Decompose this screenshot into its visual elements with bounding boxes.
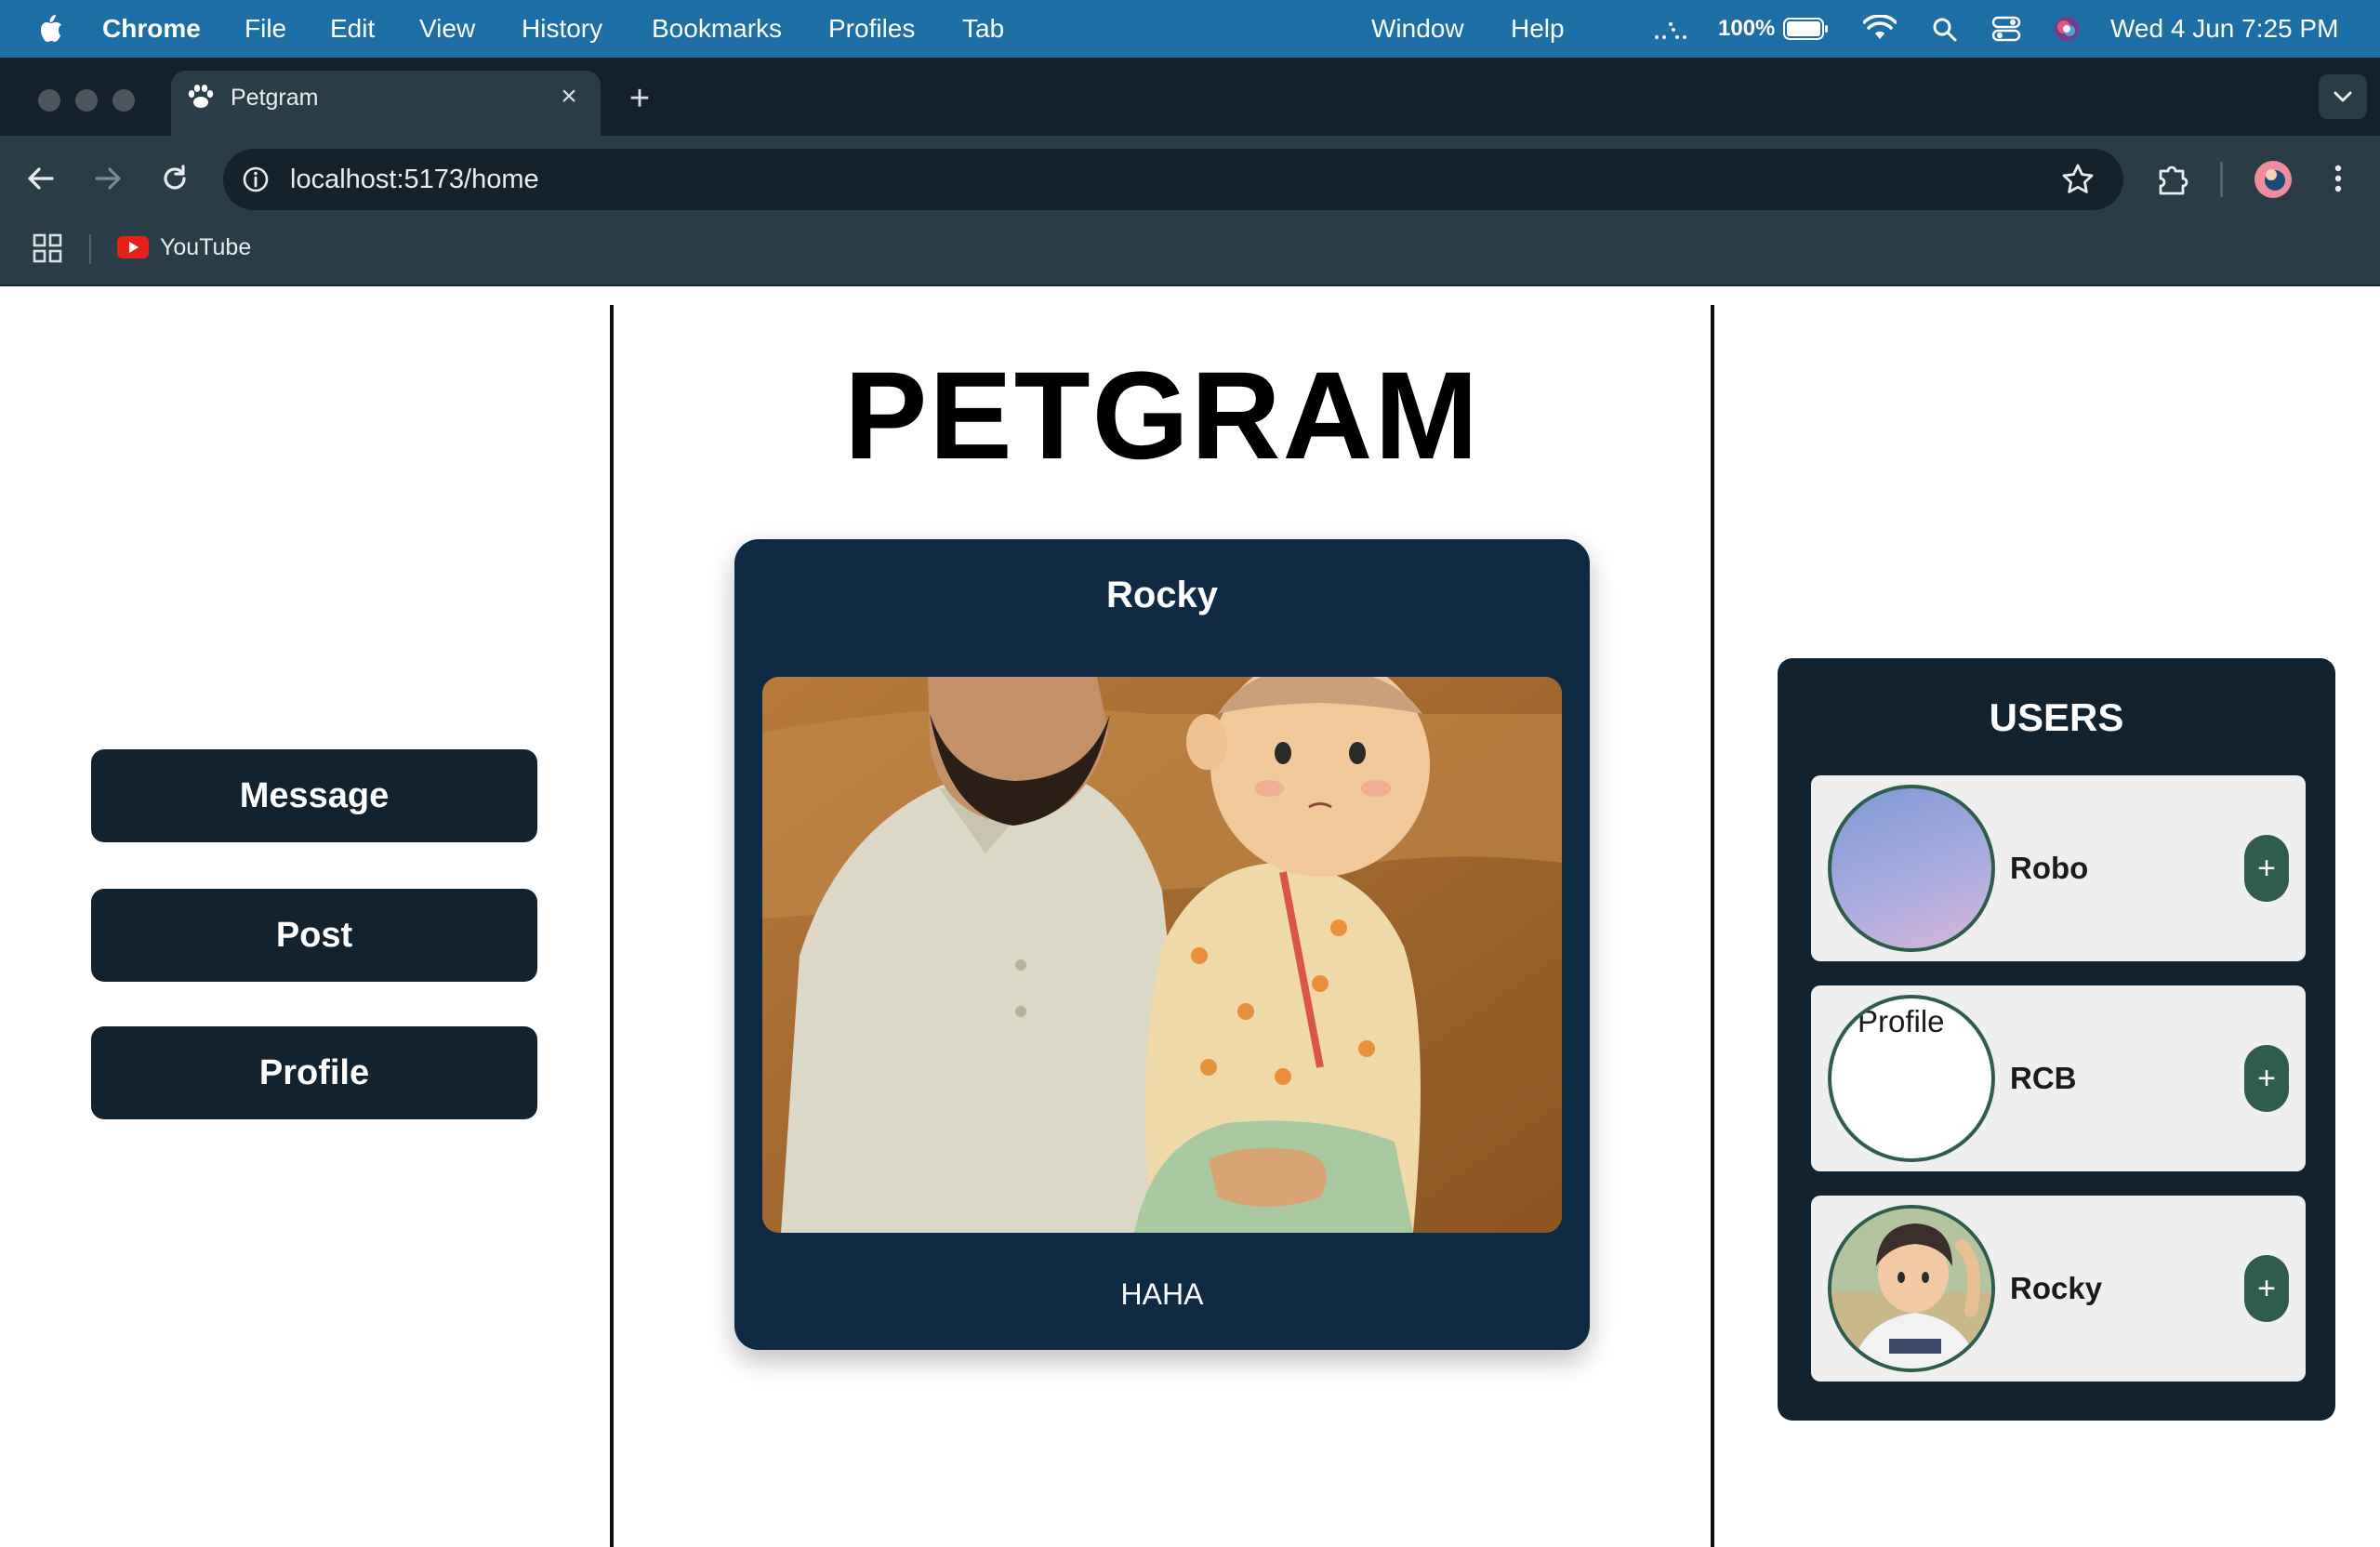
window-close-button[interactable] [38,89,60,112]
user-avatar[interactable] [1828,1205,1995,1372]
macos-menu-bar: Chrome File Edit View History Bookmarks … [0,0,2380,58]
broken-image-icon [1839,1013,1852,1026]
follow-button[interactable]: + [2244,835,2289,902]
menu-bookmarks[interactable]: Bookmarks [652,0,782,58]
post-image[interactable] [762,677,1562,1233]
bookmarks-bar [0,218,2380,286]
follow-button[interactable]: + [2244,1045,2289,1112]
user-name[interactable]: Rocky [2010,1196,2102,1382]
menu-view[interactable]: View [419,0,475,58]
toolbar-separator [2220,162,2223,197]
window-zoom-button[interactable] [112,89,135,112]
battery-percent: 100% [1718,16,1776,41]
menu-help[interactable]: Help [1511,0,1565,58]
spotlight-search-icon[interactable] [1932,17,1958,43]
chevron-down-icon [2334,91,2352,102]
menu-app-name[interactable]: Chrome [102,0,201,58]
post-button[interactable]: Post [91,889,537,982]
profile-avatar-icon[interactable] [2254,160,2293,199]
battery-icon[interactable] [1783,17,1830,41]
post-card: Rocky HAHA [734,539,1590,1350]
bookmark-star-icon[interactable] [2060,162,2096,197]
wifi-icon[interactable] [1863,15,1897,43]
bookmark-youtube-label[interactable]: YouTube [160,231,251,264]
tab-search-button[interactable] [2319,74,2367,119]
user-card[interactable]: Profile RCB + [1811,985,2306,1171]
menu-file[interactable]: File [245,0,286,58]
avatar-alt-text: Profile [1858,1004,1945,1038]
bookmarks-separator [89,234,91,264]
reload-icon[interactable] [158,162,192,195]
forward-arrow-icon[interactable] [91,164,125,193]
follow-button[interactable]: + [2244,1255,2289,1322]
tab-title: Petgram [231,85,319,111]
users-panel: USERS Robo + Profile RCB + Rocky + [1778,658,2335,1421]
window-minimize-button[interactable] [75,89,98,112]
siri-icon[interactable] [2053,15,2081,43]
petgram-page: Message Post Profile PETGRAM Rocky HAHA … [0,286,2380,1547]
post-caption: HAHA [1120,1277,1204,1311]
menu-tab[interactable]: Tab [962,0,1004,58]
tab-close-icon[interactable]: × [550,78,588,115]
user-name[interactable]: RCB [2010,985,2077,1171]
activity-icon[interactable] [1653,17,1688,41]
menu-history[interactable]: History [522,0,602,58]
site-info-icon[interactable] [240,164,271,195]
browser-menu-icon[interactable] [2324,160,2352,197]
menu-edit[interactable]: Edit [330,0,375,58]
menu-window[interactable]: Window [1371,0,1464,58]
apps-grid-icon[interactable] [32,232,63,264]
post-illustration [762,677,1562,1233]
user-avatar-broken-image[interactable]: Profile [1828,995,1995,1162]
address-bar-url[interactable]: localhost:5173/home [290,149,539,210]
users-title: USERS [1989,695,2124,739]
left-column-divider [610,305,614,1547]
paw-favicon-icon [188,85,214,108]
youtube-logo-icon [117,236,149,258]
user-avatar[interactable] [1828,785,1995,952]
user-name[interactable]: Robo [2010,775,2088,961]
extensions-puzzle-icon[interactable] [2155,160,2190,197]
tab-petgram[interactable]: Petgram × [171,71,601,136]
new-tab-button[interactable]: + [621,78,658,119]
menu-datetime[interactable]: Wed 4 Jun 7:25 PM [2110,0,2338,58]
menu-profiles[interactable]: Profiles [828,0,915,58]
petgram-logo-title: PETGRAM [844,347,1480,485]
user-card[interactable]: Rocky + [1811,1196,2306,1382]
control-center-icon[interactable] [1991,15,2021,43]
apple-logo-icon[interactable] [37,13,63,45]
user-card[interactable]: Robo + [1811,775,2306,961]
message-button[interactable]: Message [91,749,537,842]
profile-button[interactable]: Profile [91,1026,537,1119]
back-arrow-icon[interactable] [24,164,58,193]
anime-boy-avatar-icon [1831,1209,1991,1368]
post-username[interactable]: Rocky [734,569,1590,621]
right-column-divider [1711,305,1714,1547]
